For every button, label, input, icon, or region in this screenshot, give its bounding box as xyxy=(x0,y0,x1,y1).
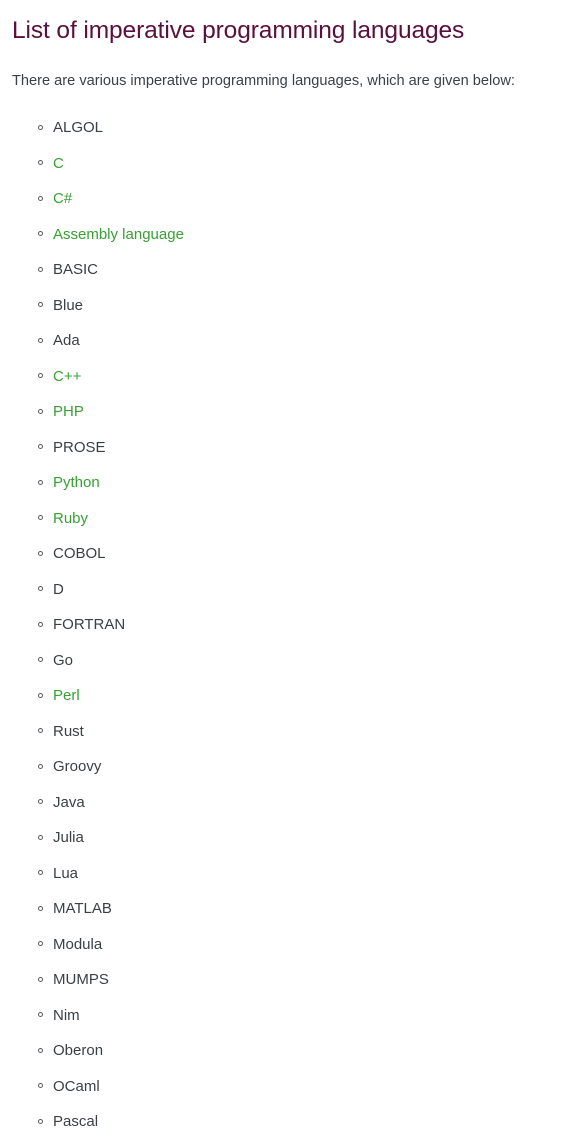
list-item: MUMPS xyxy=(38,962,184,998)
list-item[interactable]: C# xyxy=(38,181,184,217)
circle-bullet-icon xyxy=(38,266,43,272)
list-item: FORTRAN xyxy=(38,607,184,643)
language-label: Modula xyxy=(53,935,103,953)
imperative-language-list: ALGOL C C# Assembly language BASIC Blue Ada C++… xyxy=(0,110,184,1140)
circle-bullet-icon xyxy=(38,373,43,379)
language-label: COBOL xyxy=(53,545,106,562)
circle-bullet-icon xyxy=(38,444,43,450)
list-item[interactable]: C xyxy=(38,146,184,182)
list-item: OCaml xyxy=(38,1069,184,1105)
language-label: Groovy xyxy=(53,758,102,775)
language-label: OCaml xyxy=(53,1077,100,1095)
circle-bullet-icon xyxy=(38,1118,43,1124)
language-label: PROSE xyxy=(53,438,106,456)
circle-bullet-icon xyxy=(38,728,43,734)
circle-bullet-icon xyxy=(38,550,43,556)
article-page: List of imperative programming languages… xyxy=(0,0,576,1138)
language-label: Pascal xyxy=(53,1113,99,1130)
language-label: Nim xyxy=(53,1006,80,1024)
list-item: COBOL xyxy=(38,536,184,572)
intro-paragraph: There are various imperative programming… xyxy=(12,73,515,89)
circle-bullet-icon xyxy=(38,870,43,876)
language-label: ALGOL xyxy=(53,119,104,136)
circle-bullet-icon xyxy=(38,337,43,343)
list-item: Java xyxy=(38,785,184,821)
language-link[interactable]: Python xyxy=(53,474,100,491)
circle-bullet-icon xyxy=(38,586,43,592)
circle-bullet-icon xyxy=(38,692,43,698)
circle-bullet-icon xyxy=(38,763,43,769)
language-label: MUMPS xyxy=(53,971,109,988)
language-label: Rust xyxy=(53,722,84,740)
language-label: FORTRAN xyxy=(53,616,126,633)
circle-bullet-icon xyxy=(38,515,43,521)
list-item: Modula xyxy=(38,927,184,963)
list-item: Groovy xyxy=(38,749,184,785)
language-link[interactable]: Ruby xyxy=(53,510,88,527)
list-item[interactable]: PHP xyxy=(38,394,184,430)
language-link[interactable]: PHP xyxy=(53,403,84,420)
language-label: BASIC xyxy=(53,261,99,278)
language-link[interactable]: C# xyxy=(53,190,72,207)
language-label: Julia xyxy=(53,829,84,846)
language-label: Ada xyxy=(53,332,80,349)
circle-bullet-icon xyxy=(38,1083,43,1089)
list-item[interactable]: Perl xyxy=(38,678,184,714)
circle-bullet-icon xyxy=(38,976,43,982)
list-item[interactable]: Ruby xyxy=(38,501,184,537)
language-link[interactable]: Perl xyxy=(53,687,80,704)
list-item: Rust xyxy=(38,714,184,750)
circle-bullet-icon xyxy=(38,905,43,911)
circle-bullet-icon xyxy=(38,231,43,237)
list-item: Pascal xyxy=(38,1104,184,1140)
language-label: Blue xyxy=(53,296,84,314)
circle-bullet-icon xyxy=(38,195,43,201)
circle-bullet-icon xyxy=(38,302,43,308)
list-item: Nim xyxy=(38,998,184,1034)
circle-bullet-icon xyxy=(38,834,43,840)
circle-bullet-icon xyxy=(38,160,43,166)
list-item[interactable]: Python xyxy=(38,465,184,501)
circle-bullet-icon xyxy=(38,479,43,485)
circle-bullet-icon xyxy=(38,1012,43,1018)
language-link[interactable]: C++ xyxy=(53,368,81,385)
language-label: Oberon xyxy=(53,1042,104,1059)
language-label: Java xyxy=(53,793,85,811)
list-item: ALGOL xyxy=(38,110,184,146)
list-item: MATLAB xyxy=(38,891,184,927)
language-link[interactable]: Assembly language xyxy=(53,226,184,243)
list-item: D xyxy=(38,572,184,608)
circle-bullet-icon xyxy=(38,1047,43,1053)
list-item: Oberon xyxy=(38,1033,184,1069)
list-item[interactable]: C++ xyxy=(38,359,184,395)
page-title: List of imperative programming languages xyxy=(12,17,465,44)
list-item[interactable]: Assembly language xyxy=(38,217,184,253)
circle-bullet-icon xyxy=(38,657,43,663)
language-label: MATLAB xyxy=(53,900,112,917)
language-label: Go xyxy=(53,651,74,669)
list-item: Ada xyxy=(38,323,184,359)
circle-bullet-icon xyxy=(38,799,43,805)
circle-bullet-icon xyxy=(38,621,43,627)
list-item: Go xyxy=(38,643,184,679)
circle-bullet-icon xyxy=(38,941,43,947)
language-label: Lua xyxy=(53,864,79,882)
list-item: Lua xyxy=(38,856,184,892)
circle-bullet-icon xyxy=(38,124,43,130)
list-item: Blue xyxy=(38,288,184,324)
language-link[interactable]: C xyxy=(53,155,64,172)
language-label: D xyxy=(53,580,64,598)
list-item: Julia xyxy=(38,820,184,856)
list-item: PROSE xyxy=(38,430,184,466)
circle-bullet-icon xyxy=(38,408,43,414)
list-item: BASIC xyxy=(38,252,184,288)
